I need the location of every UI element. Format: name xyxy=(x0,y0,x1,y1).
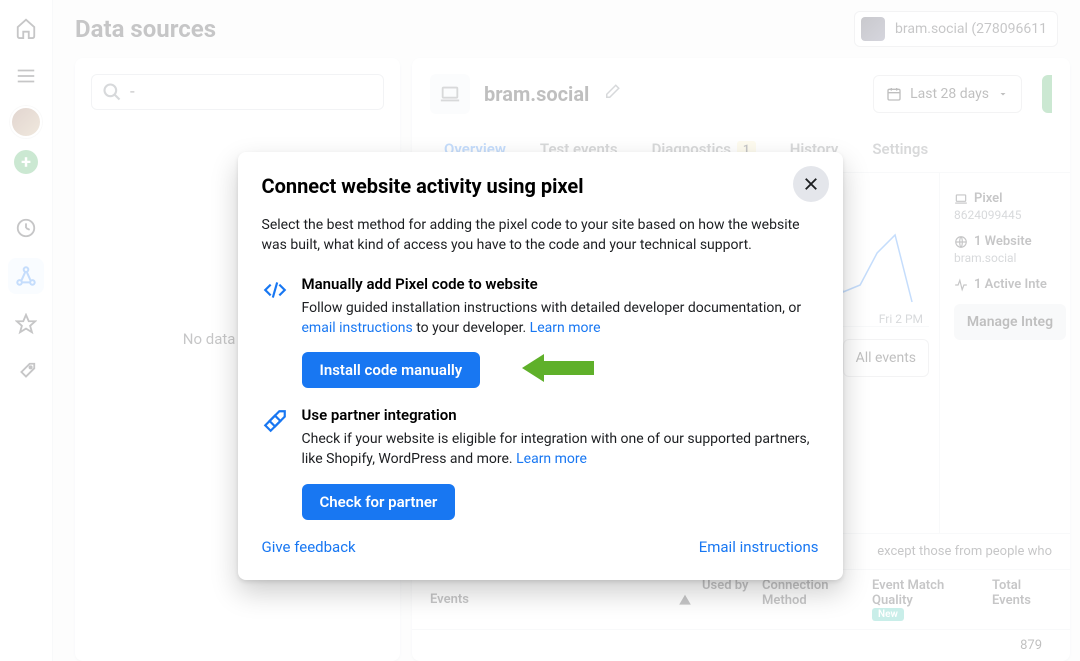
email-instructions-footer-link[interactable]: Email instructions xyxy=(699,538,819,556)
learn-more-link-2[interactable]: Learn more xyxy=(516,451,587,467)
manual-desc: Follow guided installation instructions … xyxy=(302,299,819,338)
manual-title: Manually add Pixel code to website xyxy=(302,275,819,293)
modal-title: Connect website activity using pixel xyxy=(262,174,819,198)
give-feedback-link[interactable]: Give feedback xyxy=(262,538,356,556)
partner-title: Use partner integration xyxy=(302,406,819,424)
modal-footer: Give feedback Email instructions xyxy=(262,538,819,556)
check-partner-button[interactable]: Check for partner xyxy=(302,484,456,520)
modal-desc: Select the best method for adding the pi… xyxy=(262,216,819,255)
modal-close-button[interactable] xyxy=(793,166,829,202)
close-icon xyxy=(802,175,820,193)
method-manual: Manually add Pixel code to website Follo… xyxy=(262,275,819,388)
partner-icon xyxy=(262,408,288,519)
modal-overlay: Connect website activity using pixel Sel… xyxy=(0,0,1080,661)
install-code-button[interactable]: Install code manually xyxy=(302,352,481,388)
connect-pixel-modal: Connect website activity using pixel Sel… xyxy=(238,152,843,580)
learn-more-link-1[interactable]: Learn more xyxy=(530,320,601,336)
method-partner: Use partner integration Check if your we… xyxy=(262,406,819,519)
code-icon xyxy=(262,277,288,388)
partner-desc: Check if your website is eligible for in… xyxy=(302,430,819,469)
email-instructions-link[interactable]: email instructions xyxy=(302,320,413,336)
